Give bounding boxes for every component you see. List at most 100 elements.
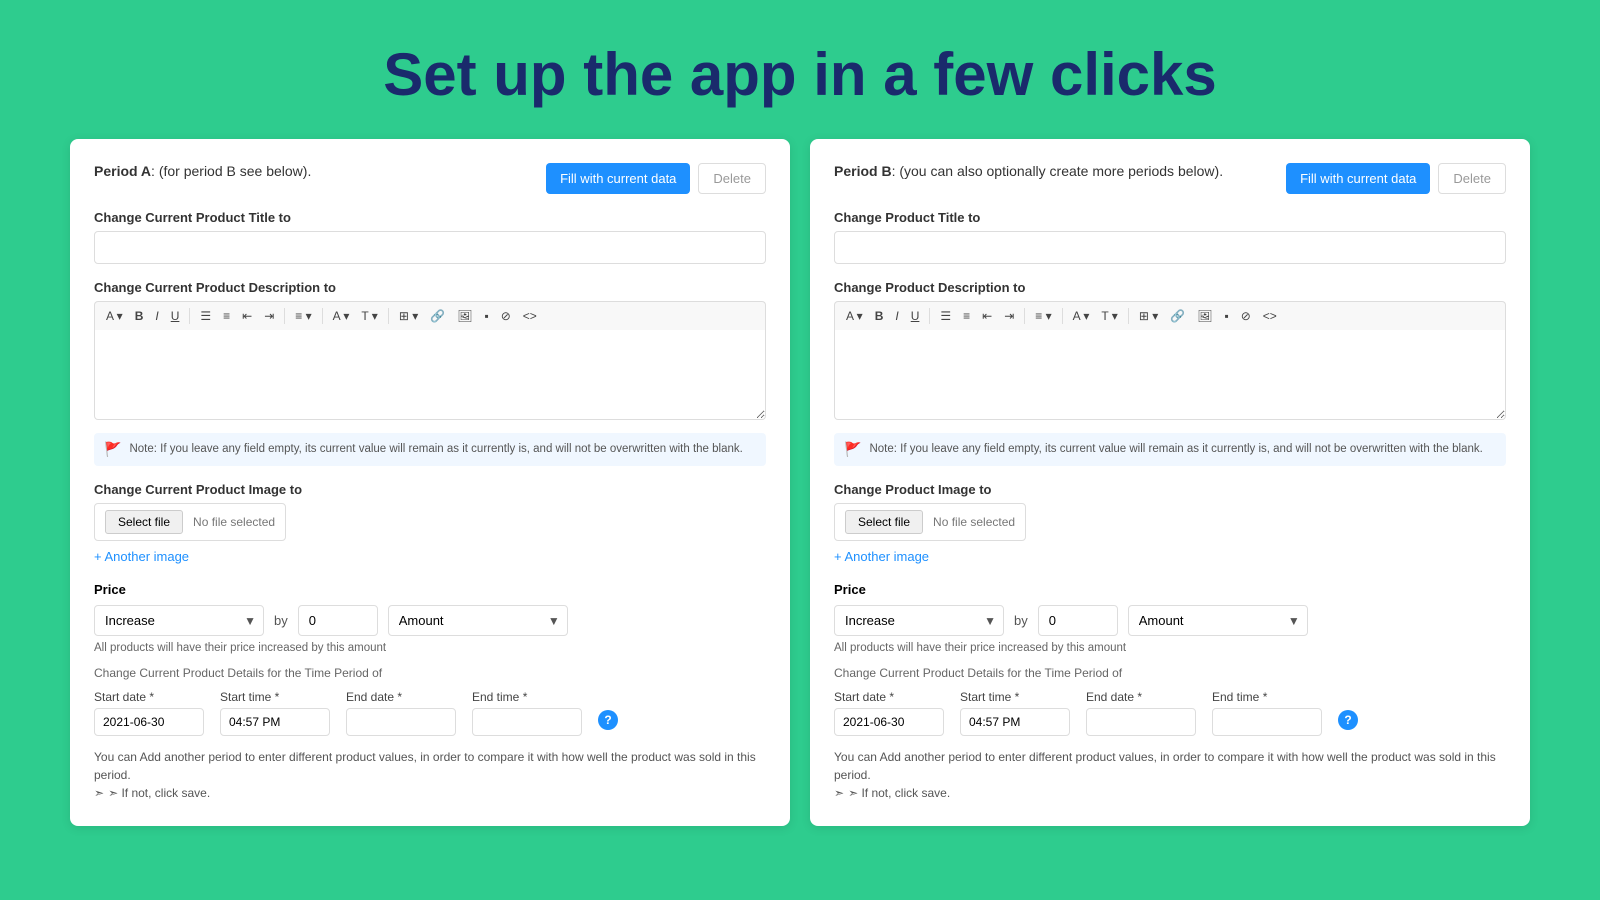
image-section-a: Change Current Product Image to Select f… (94, 482, 766, 566)
start-date-field-a: Start date * (94, 690, 204, 736)
editor-toolbar-b: A ▾ B I U ☰ ≡ ⇤ ⇥ ≡ ▾ A ▾ T ▾ ⊞ ▾ 🔗 🖼 ▪ … (834, 301, 1506, 330)
end-date-input-a[interactable] (346, 708, 456, 736)
toolbar-clear-b[interactable]: ⊘ (1236, 306, 1256, 326)
end-time-label-b: End time * (1212, 690, 1322, 704)
start-date-field-b: Start date * (834, 690, 944, 736)
note-text-b: Note: If you leave any field empty, its … (869, 441, 1482, 457)
start-date-input-b[interactable] (834, 708, 944, 736)
toolbar-table-b[interactable]: ⊞ ▾ (1134, 306, 1163, 326)
toolbar-outdent-b[interactable]: ⇤ (977, 306, 997, 326)
panel-a: Period A: (for period B see below). Fill… (70, 139, 790, 826)
price-section-b: Price Increase ▼ by Amount ▼ All produc (834, 582, 1506, 654)
toolbar-image-b[interactable]: 🖼 (1192, 306, 1217, 326)
start-time-input-b[interactable] (960, 708, 1070, 736)
toolbar-image-a[interactable]: 🖼 (452, 306, 477, 326)
delete-button-b[interactable]: Delete (1438, 163, 1506, 194)
toolbar-link-b[interactable]: 🔗 (1165, 306, 1190, 326)
select-file-button-b[interactable]: Select file (845, 510, 923, 534)
toolbar-link-a[interactable]: 🔗 (425, 306, 450, 326)
help-icon-b[interactable]: ? (1338, 710, 1358, 730)
toolbar-font-a[interactable]: A ▾ (101, 306, 128, 326)
price-note-a: All products will have their price incre… (94, 642, 766, 654)
toolbar-align-b[interactable]: ≡ ▾ (1030, 306, 1056, 326)
toolbar-media-b[interactable]: ▪ (1219, 306, 1233, 326)
price-row-a: Increase ▼ by Amount ▼ (94, 605, 766, 636)
add-image-link-a[interactable]: + Another image (94, 549, 189, 564)
delete-button-a[interactable]: Delete (698, 163, 766, 194)
toolbar-italic-a[interactable]: I (150, 306, 163, 326)
image-section-b: Change Product Image to Select file No f… (834, 482, 1506, 566)
toolbar-highlight-b[interactable]: T ▾ (1096, 306, 1122, 326)
toolbar-highlight-a[interactable]: T ▾ (356, 306, 382, 326)
toolbar-indent-b[interactable]: ⇥ (999, 306, 1019, 326)
period-a-title: Period A: (for period B see below). (94, 163, 311, 179)
increase-select-b[interactable]: Increase (834, 605, 1004, 636)
toolbar-underline-b[interactable]: U (906, 306, 925, 326)
start-date-input-a[interactable] (94, 708, 204, 736)
toolbar-bold-b[interactable]: B (870, 306, 889, 326)
time-period-section-a: Change Current Product Details for the T… (94, 666, 766, 736)
help-icon-a[interactable]: ? (598, 710, 618, 730)
no-file-text-b: No file selected (933, 515, 1015, 529)
toolbar-ul-a[interactable]: ☰ (195, 306, 216, 326)
sep1-a (189, 308, 190, 324)
toolbar-code-a[interactable]: <> (518, 306, 542, 326)
toolbar-table-a[interactable]: ⊞ ▾ (394, 306, 423, 326)
sep2-a (284, 308, 285, 324)
select-file-button-a[interactable]: Select file (105, 510, 183, 534)
end-time-field-b: End time * (1212, 690, 1322, 736)
toolbar-color-b[interactable]: A ▾ (1068, 306, 1095, 326)
title-label-b: Change Product Title to (834, 210, 1506, 225)
image-label-a: Change Current Product Image to (94, 482, 766, 497)
toolbar-bold-a[interactable]: B (130, 306, 149, 326)
toolbar-ul-b[interactable]: ☰ (935, 306, 956, 326)
start-time-input-a[interactable] (220, 708, 330, 736)
toolbar-align-a[interactable]: ≡ ▾ (290, 306, 316, 326)
price-amount-input-b[interactable] (1038, 605, 1118, 636)
toolbar-clear-a[interactable]: ⊘ (496, 306, 516, 326)
toolbar-ol-a[interactable]: ≡ (218, 306, 235, 326)
title-input-b[interactable] (834, 231, 1506, 264)
fill-current-data-button-a[interactable]: Fill with current data (546, 163, 690, 194)
end-date-field-a: End date * (346, 690, 456, 736)
start-date-label-a: Start date * (94, 690, 204, 704)
time-period-label-a: Change Current Product Details for the T… (94, 666, 766, 680)
toolbar-indent-a[interactable]: ⇥ (259, 306, 279, 326)
start-time-label-a: Start time * (220, 690, 330, 704)
add-image-link-b[interactable]: + Another image (834, 549, 929, 564)
amount-select-b[interactable]: Amount (1128, 605, 1308, 636)
end-date-input-b[interactable] (1086, 708, 1196, 736)
time-period-label-b: Change Current Product Details for the T… (834, 666, 1506, 680)
toolbar-color-a[interactable]: A ▾ (328, 306, 355, 326)
toolbar-code-b[interactable]: <> (1258, 306, 1282, 326)
panel-b-header: Period B: (you can also optionally creat… (834, 163, 1506, 194)
toolbar-font-b[interactable]: A ▾ (841, 306, 868, 326)
title-input-a[interactable] (94, 231, 766, 264)
increase-select-a[interactable]: Increase (94, 605, 264, 636)
title-section-a: Change Current Product Title to (94, 210, 766, 264)
fill-current-data-button-b[interactable]: Fill with current data (1286, 163, 1430, 194)
end-time-label-a: End time * (472, 690, 582, 704)
desc-textarea-a[interactable] (94, 330, 766, 420)
price-amount-input-a[interactable] (298, 605, 378, 636)
toolbar-underline-a[interactable]: U (166, 306, 185, 326)
desc-label-a: Change Current Product Description to (94, 280, 766, 295)
file-input-row-a: Select file No file selected (94, 503, 286, 541)
start-time-label-b: Start time * (960, 690, 1070, 704)
toolbar-media-a[interactable]: ▪ (479, 306, 493, 326)
start-date-label-b: Start date * (834, 690, 944, 704)
desc-section-b: Change Product Description to A ▾ B I U … (834, 280, 1506, 466)
save-note-b: You can Add another period to enter diff… (834, 748, 1506, 802)
note-text-a: Note: If you leave any field empty, its … (129, 441, 742, 457)
end-time-input-a[interactable] (472, 708, 582, 736)
toolbar-italic-b[interactable]: I (890, 306, 903, 326)
end-date-field-b: End date * (1086, 690, 1196, 736)
toolbar-outdent-a[interactable]: ⇤ (237, 306, 257, 326)
toolbar-ol-b[interactable]: ≡ (958, 306, 975, 326)
desc-textarea-b[interactable] (834, 330, 1506, 420)
amount-select-a[interactable]: Amount (388, 605, 568, 636)
increase-dropdown-wrapper-b: Increase ▼ (834, 605, 1004, 636)
end-time-input-b[interactable] (1212, 708, 1322, 736)
by-label-a: by (274, 613, 288, 628)
price-label-b: Price (834, 582, 1506, 597)
